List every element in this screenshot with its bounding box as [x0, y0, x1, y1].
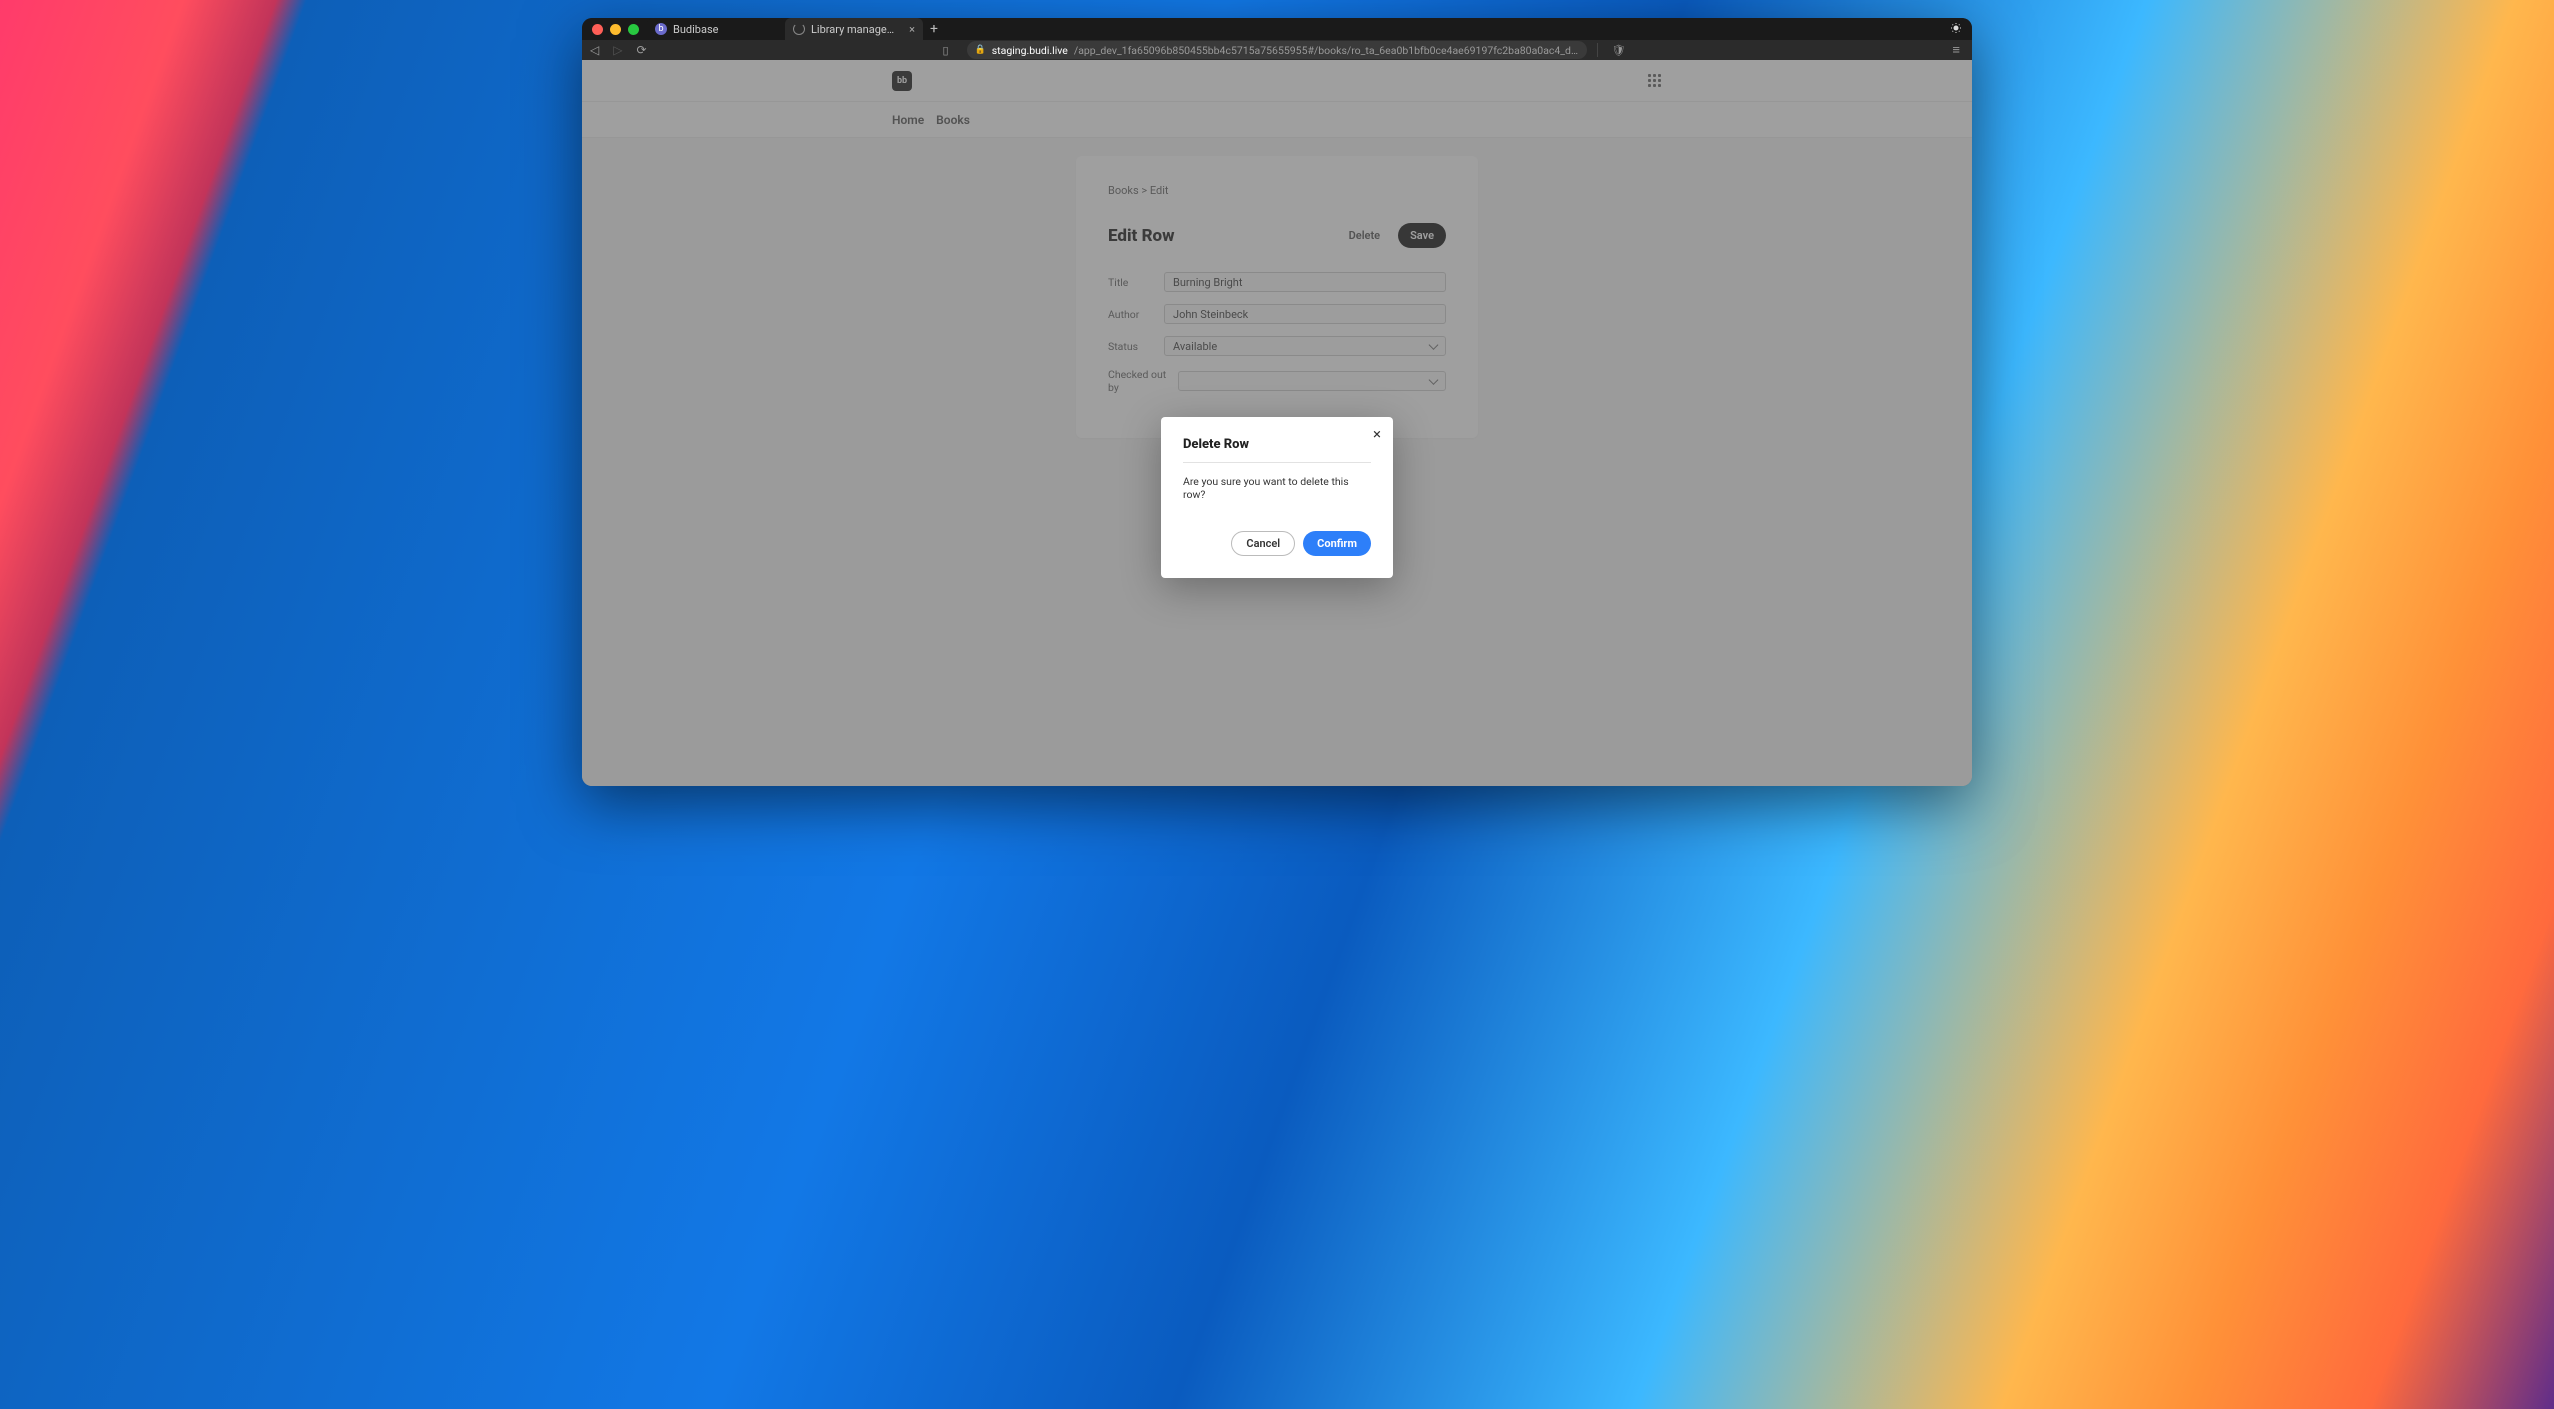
window-maximize-button[interactable] [628, 24, 639, 35]
tab-label: Budibase [673, 23, 777, 36]
extension-icon[interactable] [1950, 22, 1962, 34]
url-host: staging.budi.live [992, 44, 1068, 57]
nav-spacer: ▯ [657, 44, 957, 57]
shield-icon[interactable]: 🛡 [1612, 44, 1626, 57]
navbar-far-right: ≡ [1948, 42, 1964, 58]
bookmark-icon[interactable]: ▯ [942, 44, 948, 57]
new-tab-button[interactable]: + [923, 18, 945, 40]
tab-budibase[interactable]: b Budibase [647, 18, 785, 40]
window-close-button[interactable] [592, 24, 603, 35]
nav-back-icon[interactable]: ◁ [590, 43, 599, 57]
lock-icon: 🔒 [975, 45, 986, 55]
tab-close-icon[interactable]: × [909, 24, 915, 35]
tab-strip: b Budibase Library management app × + [647, 18, 1962, 40]
window-minimize-button[interactable] [610, 24, 621, 35]
hamburger-menu-icon[interactable]: ≡ [1952, 42, 1960, 58]
tab-label: Library management app [811, 23, 903, 36]
modal-body: Are you sure you want to delete this row… [1183, 475, 1371, 501]
window-controls [592, 24, 639, 35]
loading-spinner-icon [793, 23, 805, 35]
browser-titlebar: b Budibase Library management app × + [582, 18, 1972, 40]
navbar-divider [1597, 43, 1598, 57]
page-viewport: bb Home Books Books > Edit [582, 60, 1972, 786]
tab-library-app[interactable]: Library management app × [785, 18, 923, 40]
url-path: /app_dev_1fa65096b850455bb4c5715a7565595… [1074, 44, 1579, 57]
favicon-bb-icon: b [655, 23, 667, 35]
navbar-right: 🛡 [1608, 44, 1630, 57]
modal-title: Delete Row [1183, 437, 1371, 452]
confirm-button[interactable]: Confirm [1303, 531, 1371, 556]
browser-window: b Budibase Library management app × + ◁ [582, 18, 1972, 786]
desktop-background: b Budibase Library management app × + ◁ [0, 0, 2554, 1409]
nav-forward-icon: ▷ [613, 43, 622, 57]
nav-buttons: ◁ ▷ ⟳ [590, 43, 647, 57]
nav-reload-icon[interactable]: ⟳ [636, 43, 646, 57]
delete-row-modal: × Delete Row Are you sure you want to de… [1161, 417, 1393, 578]
url-bar[interactable]: 🔒 staging.budi.live/app_dev_1fa65096b850… [967, 41, 1587, 59]
cancel-button[interactable]: Cancel [1231, 531, 1295, 556]
modal-divider [1183, 462, 1371, 463]
modal-close-icon[interactable]: × [1373, 427, 1381, 442]
titlebar-right [1950, 22, 1962, 37]
modal-actions: Cancel Confirm [1183, 531, 1371, 556]
browser-navbar: ◁ ▷ ⟳ ▯ 🔒 staging.budi.live/app_dev_1fa6… [582, 40, 1972, 60]
